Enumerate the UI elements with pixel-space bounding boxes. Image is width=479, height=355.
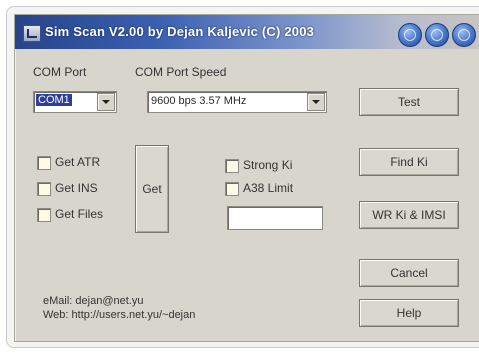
checkbox-box[interactable] — [37, 156, 51, 170]
checkbox-box[interactable] — [37, 182, 51, 196]
close-button[interactable] — [452, 23, 476, 47]
com-port-speed-select[interactable]: 9600 bps 3.57 MHz — [147, 91, 327, 113]
window-title: Sim Scan V2.00 by Dejan Kaljevic (C) 200… — [45, 24, 315, 39]
get-ins-label: Get INS — [55, 181, 98, 195]
com-port-speed-label: COM Port Speed — [135, 65, 227, 79]
title-bar[interactable]: Sim Scan V2.00 by Dejan Kaljevic (C) 200… — [15, 15, 479, 49]
com-port-select[interactable]: COM1 — [33, 91, 117, 113]
get-files-label: Get Files — [55, 207, 104, 221]
find-ki-button[interactable]: Find Ki — [359, 148, 459, 176]
checkbox-box[interactable] — [225, 159, 239, 173]
a38-limit-input[interactable] — [227, 206, 323, 230]
wr-ki-imsi-button[interactable]: WR Ki & IMSI — [359, 201, 459, 229]
cancel-button[interactable]: Cancel — [359, 259, 459, 287]
strong-ki-label: Strong Ki — [243, 158, 293, 172]
web-text: Web: http://users.net.yu/~dejan — [43, 309, 196, 321]
com-port-speed-value: 9600 bps 3.57 MHz — [151, 95, 247, 107]
checkbox-box[interactable] — [37, 208, 51, 222]
com-port-label: COM Port — [33, 65, 87, 79]
email-text: eMail: dejan@net.yu — [43, 295, 144, 307]
maximize-button[interactable] — [425, 23, 449, 47]
app-icon — [23, 25, 41, 42]
help-button[interactable]: Help — [359, 299, 459, 327]
minimize-button[interactable] — [398, 23, 422, 47]
chevron-down-icon[interactable] — [307, 93, 325, 111]
checkbox-box[interactable] — [225, 182, 239, 196]
test-button[interactable]: Test — [359, 88, 459, 116]
a38-limit-label: A38 Limit — [243, 181, 294, 195]
com-port-value: COM1 — [36, 94, 72, 106]
simscan-dialog: Sim Scan V2.00 by Dejan Kaljevic (C) 200… — [14, 14, 479, 342]
get-button[interactable]: Get — [135, 145, 169, 233]
get-atr-label: Get ATR — [55, 155, 101, 169]
chevron-down-icon[interactable] — [97, 93, 115, 111]
